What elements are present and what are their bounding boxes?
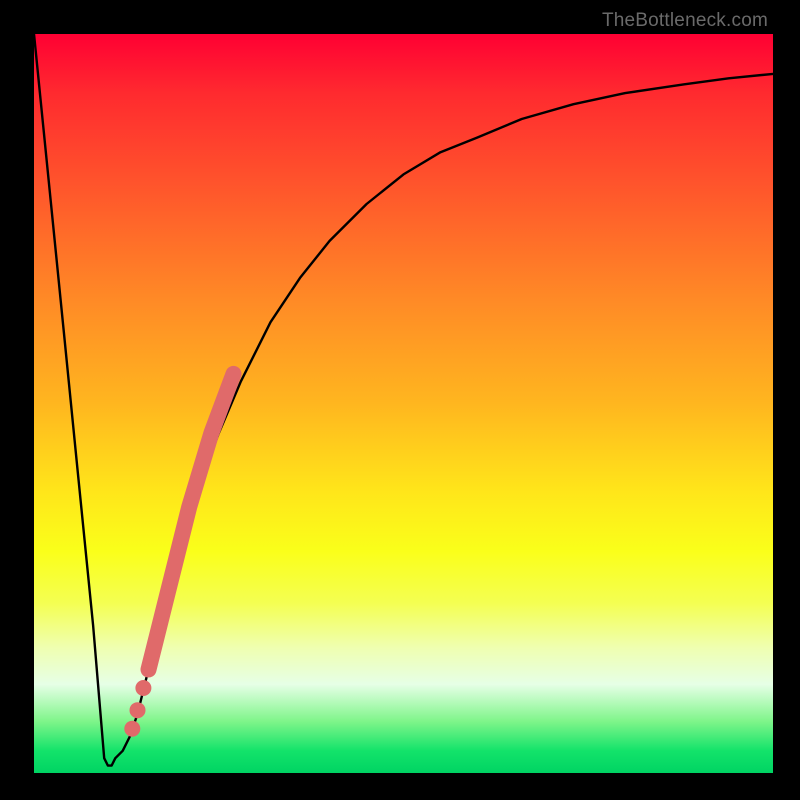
chart-frame: TheBottleneck.com [0,0,800,800]
emphasis-dots [124,680,151,737]
emphasis-dot [135,680,151,696]
watermark-text: TheBottleneck.com [602,10,768,32]
emphasis-band [149,374,234,670]
chart-overlay [34,34,773,773]
plot-area [34,34,773,773]
emphasis-dot [130,702,146,718]
emphasis-dot [124,721,140,737]
